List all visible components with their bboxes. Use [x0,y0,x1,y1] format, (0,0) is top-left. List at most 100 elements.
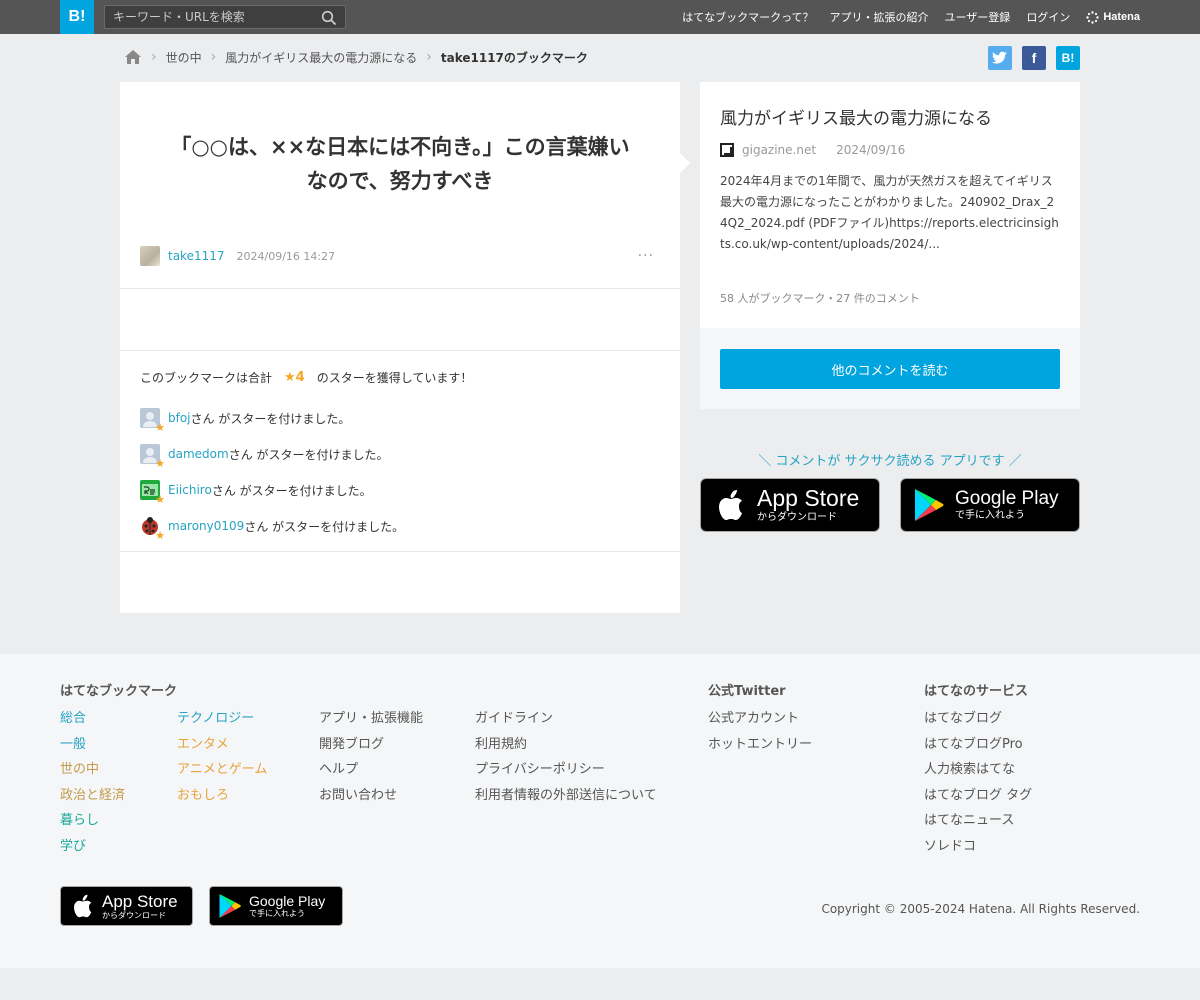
footer-link[interactable]: ソレドコ [924,834,1032,860]
entry-domain[interactable]: gigazine.net [742,143,816,157]
star-summary-suffix: のスターを獲得しています！ [316,371,473,385]
divider [120,551,680,552]
footer-info-list: アプリ・拡張機能 開発ブログ ヘルプ お問い合わせ [319,706,423,808]
footer-link[interactable]: テクノロジー [177,706,267,732]
footer-link[interactable]: はてなブログ タグ [924,783,1032,809]
star-summary: このブックマークは合計 ★4 のスターを獲得しています！ [140,369,472,386]
avatar[interactable]: ★ [140,516,165,542]
nav-about[interactable]: はてなブックマークって？ [682,9,813,25]
footer-link[interactable]: はてなニュース [924,808,1032,834]
footer-category-list: 総合 一般 世の中 政治と経済 暮らし 学び [60,706,125,860]
app-store-sublabel: からダウンロード [757,512,837,523]
nav-apps[interactable]: アプリ・拡張の紹介 [830,9,929,25]
app-store-badge[interactable]: App Store からダウンロード [700,478,880,532]
entry-bookmark-count[interactable]: 58 人がブックマーク・27 件のコメント [720,290,920,306]
copyright-text: Copyright © 2005-2024 Hatena. All Rights… [821,902,1140,916]
search-box [104,5,346,29]
footer-policy-list: ガイドライン 利用規約 プライバシーポリシー 利用者情報の外部送信について [475,706,657,808]
chevron-right-icon: › [151,49,157,65]
footer-link[interactable]: 暮らし [60,808,125,834]
footer-app-store-badge[interactable]: App Store からダウンロード [60,886,193,926]
hatena-brand-link[interactable]: Hatena [1086,10,1140,24]
footer-link[interactable]: アニメとゲーム [177,757,267,783]
star-user-link[interactable]: Eiichiro [168,483,212,497]
app-store-label: App Store [757,485,860,511]
entry-title[interactable]: 風力がイギリス最大の電力源になる [720,104,992,129]
star-user-suffix: さん がスターを付けました。 [244,519,405,534]
avatar[interactable]: ★ [140,480,165,506]
avatar[interactable]: ★ [140,444,165,470]
more-options-icon[interactable]: ··· [638,248,654,264]
star-icon: ★ [155,493,165,506]
footer-services-list: はてなブログ はてなブログPro 人力検索はてな はてなブログ タグ はてなニュ… [924,706,1032,860]
hatena-bookmark-logo[interactable]: B! [60,0,94,34]
divider [120,350,680,351]
google-play-label: Google Play [955,488,1059,509]
facebook-share-button[interactable]: f [1022,46,1046,70]
footer-link[interactable]: お問い合わせ [319,783,423,809]
footer-link[interactable]: 政治と経済 [60,783,125,809]
star-user-link[interactable]: damedom [168,447,229,461]
share-buttons: f B! [988,46,1080,70]
footer-services-title: はてなのサービス [924,684,1029,699]
search-icon[interactable] [321,10,337,26]
footer-link[interactable]: 総合 [60,706,125,732]
footer-twitter-title: 公式Twitter [708,684,786,699]
footer-link[interactable]: ヘルプ [319,757,423,783]
google-play-text: Google Play で手に入れよう [955,489,1059,521]
breadcrumb-category[interactable]: 世の中 [166,49,202,66]
footer-link[interactable]: 開発ブログ [319,732,423,758]
search-input[interactable] [113,9,313,25]
hatena-share-button[interactable]: B! [1056,46,1080,70]
author-name-link[interactable]: take1117 [168,249,225,263]
read-other-comments-button[interactable]: 他のコメントを読む [720,349,1060,389]
nav-register[interactable]: ユーザー登録 [945,9,1011,25]
footer-link[interactable]: はてなブログPro [924,732,1032,758]
google-play-label: Google Play [249,893,326,909]
nav-login[interactable]: ログイン [1026,9,1070,25]
footer-link[interactable]: 利用規約 [475,732,657,758]
entry-card: 風力がイギリス最大の電力源になる gigazine.net 2024/09/16… [700,82,1080,409]
star-icon: ★ [155,421,165,434]
header-nav: はてなブックマークって？ アプリ・拡張の紹介 ユーザー登録 ログイン Haten… [682,0,1140,34]
star-user-row: ★ damedom さん がスターを付けました。 [140,444,389,470]
footer-link[interactable]: 世の中 [60,757,125,783]
site-favicon-icon [720,143,734,157]
home-icon[interactable] [124,49,142,65]
footer-link[interactable]: 人力検索はてな [924,757,1032,783]
star-user-row: ★ bfoj さん がスターを付けました。 [140,408,350,434]
avatar[interactable] [140,246,160,266]
footer-link[interactable]: ホットエントリー [708,732,812,758]
footer-link[interactable]: アプリ・拡張機能 [319,706,423,732]
footer-google-play-badge[interactable]: Google Play で手に入れよう [209,886,343,926]
footer-link[interactable]: おもしろ [177,783,267,809]
divider [120,288,680,289]
google-play-badge[interactable]: Google Play で手に入れよう [900,478,1080,532]
footer-link[interactable]: 公式アカウント [708,706,812,732]
star-user-suffix: さん がスターを付けました。 [211,483,372,498]
avatar[interactable]: ★ [140,408,165,434]
bookmark-comment: 「○○は、××な日本には不向き。」この言葉嫌いなので、努力すべき [170,135,630,193]
star-user-link[interactable]: bfoj [168,411,191,425]
entry-description: 2024年4月までの1年間で、風力が天然ガスを超えてイギリス最大の電力源になった… [720,174,1059,251]
footer-link[interactable]: 一般 [60,732,125,758]
breadcrumb: › 世の中 › 風力がイギリス最大の電力源になる › take1117のブックマ… [124,47,588,67]
chevron-right-icon: › [426,49,432,65]
footer-link[interactable]: 利用者情報の外部送信について [475,783,657,809]
footer-link[interactable]: プライバシーポリシー [475,757,657,783]
footer-bookmark-title: はてなブックマーク [60,684,178,699]
star-user-link[interactable]: marony0109 [168,519,244,533]
footer-link[interactable]: 学び [60,834,125,860]
footer-link[interactable]: はてなブログ [924,706,1032,732]
footer-twitter-list: 公式アカウント ホットエントリー [708,706,812,757]
star-icon: ★ [155,457,165,470]
twitter-share-button[interactable] [988,46,1012,70]
footer-link[interactable]: エンタメ [177,732,267,758]
breadcrumb-entry[interactable]: 風力がイギリス最大の電力源になる [225,49,417,66]
google-play-icon [219,894,241,918]
footer-link[interactable]: ガイドライン [475,706,657,732]
google-play-sublabel: で手に入れよう [955,510,1025,521]
app-store-label: App Store [102,891,178,911]
chevron-right-icon: › [210,49,217,65]
footer-google-play-text: Google Play で手に入れよう [249,894,325,918]
